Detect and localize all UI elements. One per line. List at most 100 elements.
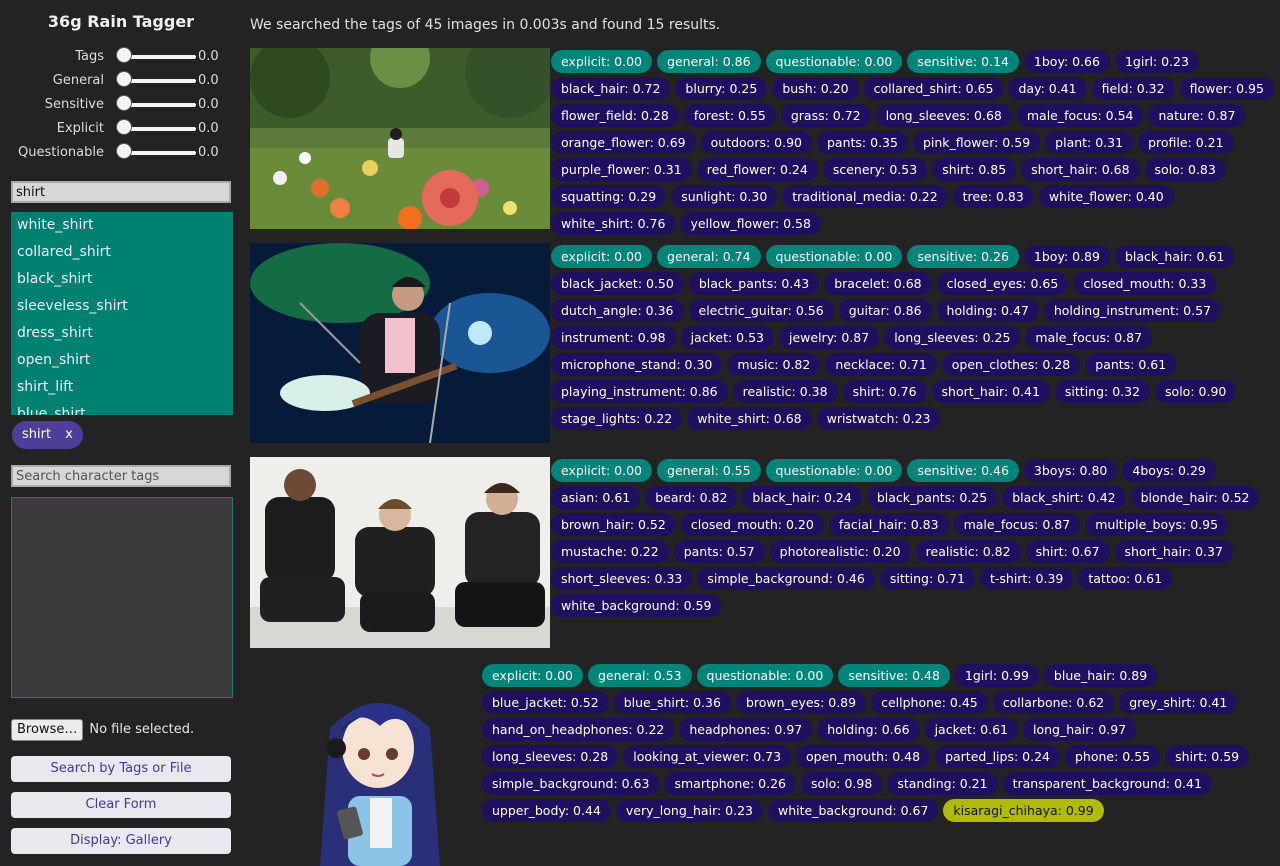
general-tag[interactable]: black_jacket: 0.50 — [551, 272, 684, 295]
suggestion-item[interactable]: dress_shirt — [11, 320, 233, 347]
clear-form-button[interactable]: Clear Form — [11, 792, 231, 818]
general-tag[interactable]: grey_shirt: 0.41 — [1119, 691, 1238, 714]
general-tag[interactable]: beard: 0.82 — [645, 486, 738, 509]
rating-tag[interactable]: sensitive: 0.14 — [907, 50, 1019, 73]
general-tag[interactable]: blonde_hair: 0.52 — [1130, 486, 1260, 509]
rating-tag[interactable]: explicit: 0.00 — [551, 50, 653, 73]
general-tag[interactable]: open_mouth: 0.48 — [796, 745, 931, 768]
general-tag[interactable]: short_hair: 0.41 — [931, 380, 1050, 403]
general-tag[interactable]: collared_shirt: 0.65 — [863, 77, 1004, 100]
general-tag[interactable]: realistic: 0.82 — [915, 540, 1021, 563]
general-tag[interactable]: brown_eyes: 0.89 — [735, 691, 867, 714]
search-button[interactable]: Search by Tags or File — [11, 756, 231, 782]
general-tag[interactable]: black_pants: 0.25 — [866, 486, 998, 509]
suggestion-item[interactable]: black_shirt — [11, 266, 233, 293]
slider-thumb[interactable] — [116, 119, 132, 135]
general-tag[interactable]: necklace: 0.71 — [825, 353, 937, 376]
general-tag[interactable]: transparent_background: 0.41 — [1002, 772, 1212, 795]
tag-search-input[interactable] — [11, 181, 231, 203]
slider-explicit[interactable]: Explicit 0.0 — [0, 118, 242, 142]
general-tag[interactable]: instrument: 0.98 — [551, 326, 676, 349]
result-image[interactable] — [250, 48, 550, 229]
general-tag[interactable]: phone: 0.55 — [1065, 745, 1161, 768]
general-tag[interactable]: black_hair: 0.72 — [551, 77, 671, 100]
general-tag[interactable]: t-shirt: 0.39 — [979, 567, 1074, 590]
general-tag[interactable]: music: 0.82 — [727, 353, 821, 376]
slider-general[interactable]: General 0.0 — [0, 70, 242, 94]
general-tag[interactable]: sitting: 0.32 — [1054, 380, 1151, 403]
slider-thumb[interactable] — [116, 95, 132, 111]
general-tag[interactable]: blurry: 0.25 — [675, 77, 768, 100]
result-image[interactable] — [250, 457, 550, 648]
slider-thumb[interactable] — [116, 47, 132, 63]
general-tag[interactable]: closed_mouth: 0.20 — [680, 513, 824, 536]
general-tag[interactable]: facial_hair: 0.83 — [828, 513, 949, 536]
general-tag[interactable]: tree: 0.83 — [952, 185, 1034, 208]
general-tag[interactable]: mustache: 0.22 — [551, 540, 669, 563]
general-tag[interactable]: short_hair: 0.37 — [1114, 540, 1233, 563]
general-tag[interactable]: shirt: 0.85 — [932, 158, 1017, 181]
general-tag[interactable]: photorealistic: 0.20 — [769, 540, 911, 563]
general-tag[interactable]: bracelet: 0.68 — [824, 272, 932, 295]
general-tag[interactable]: realistic: 0.38 — [732, 380, 838, 403]
general-tag[interactable]: 1boy: 0.89 — [1023, 245, 1110, 268]
general-tag[interactable]: outdoors: 0.90 — [700, 131, 812, 154]
rating-tag[interactable]: sensitive: 0.26 — [907, 245, 1019, 268]
rating-tag[interactable]: general: 0.86 — [657, 50, 761, 73]
suggestion-item[interactable]: collared_shirt — [11, 239, 233, 266]
general-tag[interactable]: jacket: 0.53 — [680, 326, 774, 349]
general-tag[interactable]: blue_hair: 0.89 — [1043, 664, 1158, 687]
general-tag[interactable]: 1girl: 0.23 — [1114, 50, 1199, 73]
general-tag[interactable]: tattoo: 0.61 — [1078, 567, 1173, 590]
general-tag[interactable]: white_background: 0.67 — [768, 799, 939, 822]
general-tag[interactable]: simple_background: 0.46 — [697, 567, 875, 590]
general-tag[interactable]: long_sleeves: 0.28 — [482, 745, 619, 768]
general-tag[interactable]: jewelry: 0.87 — [779, 326, 880, 349]
rating-tag[interactable]: sensitive: 0.46 — [907, 459, 1019, 482]
general-tag[interactable]: pants: 0.61 — [1085, 353, 1177, 376]
general-tag[interactable]: long_sleeves: 0.68 — [875, 104, 1012, 127]
rating-tag[interactable]: general: 0.74 — [657, 245, 761, 268]
character-tag[interactable]: kisaragi_chihaya: 0.99 — [943, 799, 1104, 822]
general-tag[interactable]: pink_flower: 0.59 — [912, 131, 1041, 154]
slider-sensitive[interactable]: Sensitive 0.0 — [0, 94, 242, 118]
result-image[interactable] — [250, 243, 550, 443]
general-tag[interactable]: short_hair: 0.68 — [1021, 158, 1140, 181]
general-tag[interactable]: black_shirt: 0.42 — [1002, 486, 1126, 509]
browse-button[interactable]: Browse… — [11, 719, 84, 741]
general-tag[interactable]: open_clothes: 0.28 — [941, 353, 1081, 376]
general-tag[interactable]: orange_flower: 0.69 — [551, 131, 696, 154]
general-tag[interactable]: black_pants: 0.43 — [688, 272, 820, 295]
general-tag[interactable]: dutch_angle: 0.36 — [551, 299, 684, 322]
general-tag[interactable]: flower_field: 0.28 — [551, 104, 679, 127]
general-tag[interactable]: white_flower: 0.40 — [1038, 185, 1174, 208]
general-tag[interactable]: 3boys: 0.80 — [1023, 459, 1118, 482]
general-tag[interactable]: solo: 0.83 — [1144, 158, 1226, 181]
general-tag[interactable]: traditional_media: 0.22 — [782, 185, 948, 208]
general-tag[interactable]: day: 0.41 — [1008, 77, 1087, 100]
general-tag[interactable]: pants: 0.35 — [817, 131, 908, 154]
slider-tags[interactable]: Tags 0.0 — [0, 46, 242, 70]
rating-tag[interactable]: questionable: 0.00 — [765, 50, 903, 73]
general-tag[interactable]: looking_at_viewer: 0.73 — [623, 745, 792, 768]
general-tag[interactable]: solo: 0.90 — [1155, 380, 1237, 403]
general-tag[interactable]: white_shirt: 0.68 — [687, 407, 812, 430]
general-tag[interactable]: forest: 0.55 — [683, 104, 776, 127]
general-tag[interactable]: parted_lips: 0.24 — [935, 745, 1060, 768]
general-tag[interactable]: blue_shirt: 0.36 — [613, 691, 731, 714]
rating-tag[interactable]: questionable: 0.00 — [696, 664, 834, 687]
general-tag[interactable]: long_sleeves: 0.25 — [884, 326, 1021, 349]
general-tag[interactable]: simple_background: 0.63 — [482, 772, 660, 795]
general-tag[interactable]: shirt: 0.59 — [1165, 745, 1250, 768]
suggestion-item[interactable]: white_shirt — [11, 212, 233, 239]
general-tag[interactable]: playing_instrument: 0.86 — [551, 380, 728, 403]
rating-tag[interactable]: general: 0.55 — [657, 459, 761, 482]
suggestion-item[interactable]: sleeveless_shirt — [11, 293, 233, 320]
rating-tag[interactable]: questionable: 0.00 — [765, 459, 903, 482]
rating-tag[interactable]: questionable: 0.00 — [765, 245, 903, 268]
rating-tag[interactable]: explicit: 0.00 — [551, 245, 653, 268]
general-tag[interactable]: hand_on_headphones: 0.22 — [482, 718, 675, 741]
general-tag[interactable]: grass: 0.72 — [780, 104, 871, 127]
general-tag[interactable]: flower: 0.95 — [1179, 77, 1274, 100]
general-tag[interactable]: 4boys: 0.29 — [1122, 459, 1216, 482]
